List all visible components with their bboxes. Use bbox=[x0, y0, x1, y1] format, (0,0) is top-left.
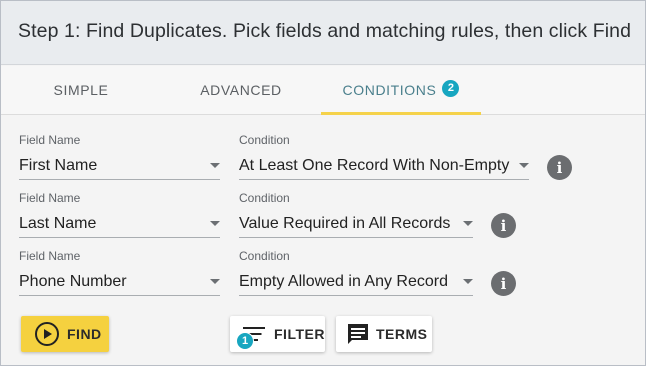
field-name-value: Phone Number bbox=[19, 272, 127, 290]
chevron-down-icon bbox=[463, 279, 473, 284]
tab-advanced[interactable]: ADVANCED bbox=[161, 66, 321, 114]
tab-simple[interactable]: SIMPLE bbox=[1, 66, 161, 114]
field-name-select[interactable]: First Name bbox=[19, 152, 220, 180]
field-name-label: Field Name bbox=[19, 191, 81, 205]
filter-count-badge: 1 bbox=[236, 332, 254, 350]
find-button-label: FIND bbox=[67, 326, 102, 342]
terms-button-label: TERMS bbox=[376, 326, 428, 342]
tab-advanced-label: ADVANCED bbox=[200, 82, 282, 98]
find-button[interactable]: FIND bbox=[21, 316, 109, 352]
find-duplicates-panel: Step 1: Find Duplicates. Pick fields and… bbox=[0, 0, 646, 366]
condition-value: Value Required in All Records bbox=[239, 214, 451, 232]
page-title: Step 1: Find Duplicates. Pick fields and… bbox=[18, 20, 632, 42]
field-name-select[interactable]: Phone Number bbox=[19, 268, 220, 296]
info-icon[interactable]: i bbox=[547, 155, 572, 180]
condition-select[interactable]: At Least One Record With Non-Empty bbox=[239, 152, 529, 180]
field-name-value: Last Name bbox=[19, 214, 97, 232]
conditions-count-badge: 2 bbox=[442, 79, 460, 97]
chevron-down-icon bbox=[519, 163, 529, 168]
field-name-label: Field Name bbox=[19, 133, 81, 147]
comment-text-icon bbox=[348, 324, 368, 344]
chevron-down-icon bbox=[210, 163, 220, 168]
info-icon[interactable]: i bbox=[491, 213, 516, 238]
chevron-down-icon bbox=[210, 279, 220, 284]
condition-label: Condition bbox=[239, 249, 290, 263]
filter-button-label: FILTER bbox=[274, 326, 325, 342]
condition-value: At Least One Record With Non-Empty bbox=[239, 156, 510, 174]
condition-value: Empty Allowed in Any Record bbox=[239, 272, 448, 290]
condition-label: Condition bbox=[239, 191, 290, 205]
mode-tabs: SIMPLE ADVANCED CONDITIONS 2 bbox=[1, 66, 645, 115]
tab-conditions-label: CONDITIONS bbox=[342, 82, 437, 98]
field-name-select[interactable]: Last Name bbox=[19, 210, 220, 238]
condition-select[interactable]: Value Required in All Records bbox=[239, 210, 473, 238]
terms-button[interactable]: TERMS bbox=[336, 316, 432, 352]
info-icon[interactable]: i bbox=[491, 271, 516, 296]
play-circle-icon bbox=[35, 322, 59, 346]
step-header: Step 1: Find Duplicates. Pick fields and… bbox=[1, 1, 645, 65]
tab-conditions[interactable]: CONDITIONS 2 bbox=[321, 66, 481, 115]
field-name-label: Field Name bbox=[19, 249, 81, 263]
chevron-down-icon bbox=[210, 221, 220, 226]
condition-label: Condition bbox=[239, 133, 290, 147]
field-name-value: First Name bbox=[19, 156, 98, 174]
tab-simple-label: SIMPLE bbox=[53, 82, 109, 98]
condition-select[interactable]: Empty Allowed in Any Record bbox=[239, 268, 473, 296]
chevron-down-icon bbox=[463, 221, 473, 226]
